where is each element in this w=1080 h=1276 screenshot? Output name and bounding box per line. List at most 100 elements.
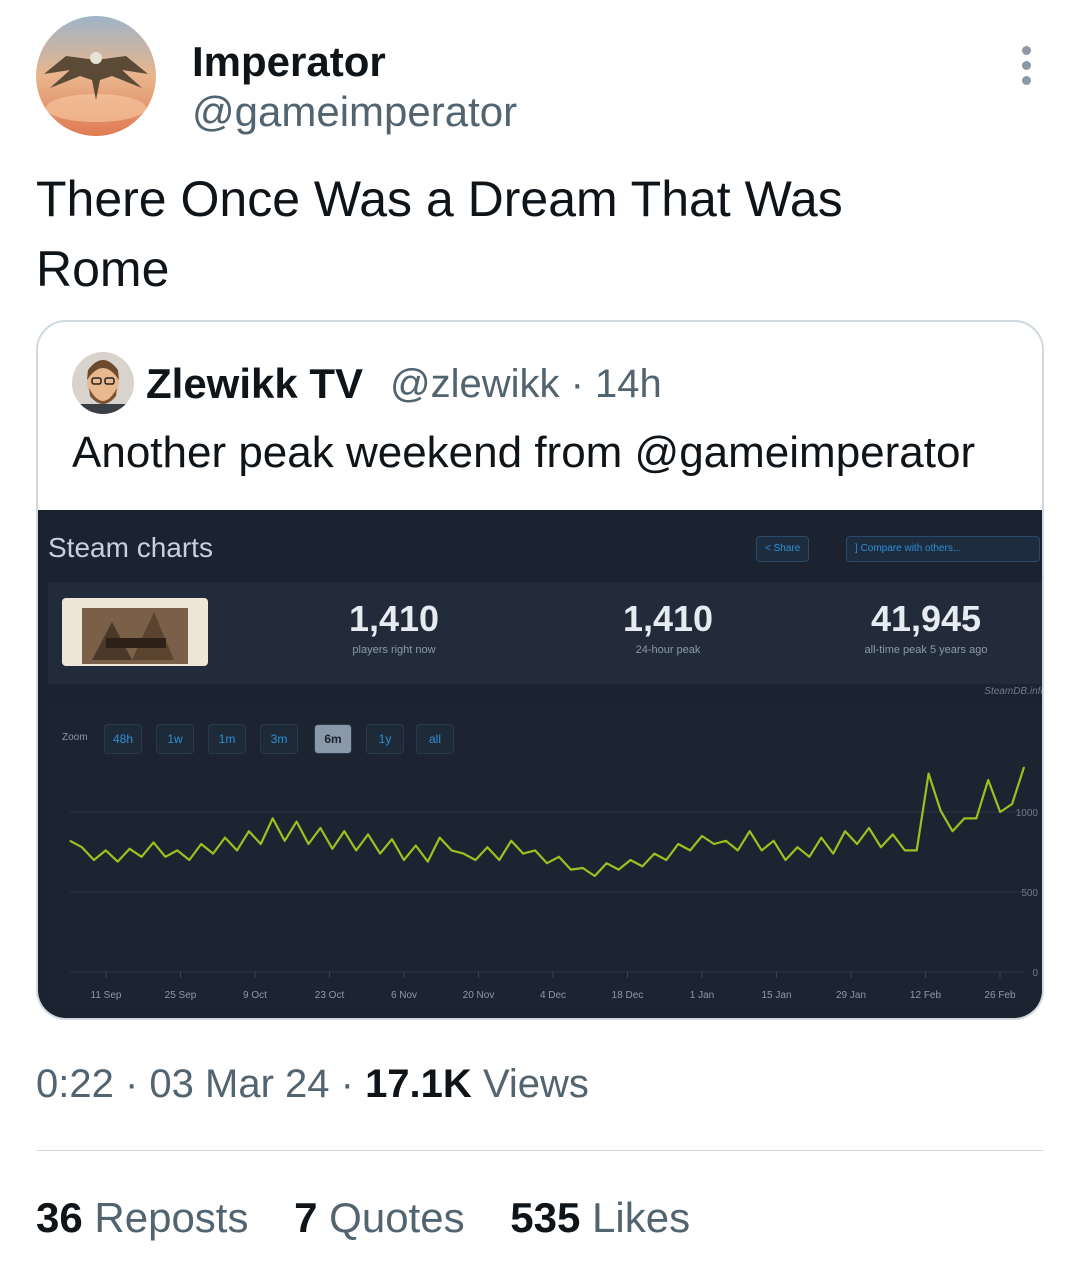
data-point <box>534 849 536 851</box>
data-point <box>832 853 834 855</box>
tweet-date[interactable]: 03 Mar 24 <box>149 1062 329 1106</box>
quotes-link[interactable]: 7 Quotes <box>294 1194 464 1241</box>
data-point <box>403 859 405 861</box>
x-tick-label: 25 Sep <box>165 990 197 1001</box>
data-point <box>129 848 131 850</box>
data-point <box>522 853 524 855</box>
data-point <box>117 861 119 863</box>
data-point <box>462 853 465 855</box>
data-point <box>820 837 822 839</box>
share-button: < Share <box>756 536 810 562</box>
data-point <box>558 856 560 858</box>
data-point <box>451 849 453 851</box>
data-point <box>498 859 500 861</box>
data-point <box>141 856 143 858</box>
data-point <box>427 861 429 863</box>
x-tick-label: 11 Sep <box>91 990 122 1001</box>
stat-all-time-peak: 41,945 all-time peak 5 years ago <box>864 598 988 656</box>
steamdb-credit: SteamDB.info <box>984 686 1044 697</box>
data-point <box>844 830 846 832</box>
data-point <box>701 835 703 837</box>
quoted-author-name[interactable]: Zlewikk TV <box>146 360 363 408</box>
stat-24h-peak: 1,410 24-hour peak <box>622 598 714 656</box>
divider <box>36 1150 1044 1151</box>
data-point <box>749 830 751 832</box>
data-point <box>665 859 667 861</box>
tweet-meta: 0:22 · 03 Mar 24 · 17.1K Views <box>36 1062 589 1106</box>
likes-link[interactable]: 535 Likes <box>510 1194 690 1241</box>
chart-area: Zoom 48h 1w 1m 3m 6m 1y all 0 500 1000 11 S… <box>48 704 1042 1010</box>
x-tick-label: 20 Nov <box>463 990 495 1001</box>
x-tick-label: 4 Dec <box>540 990 566 1001</box>
author-handle[interactable]: @gameimperator <box>192 88 517 136</box>
data-point <box>999 811 1001 813</box>
data-point <box>689 849 691 851</box>
x-tick-label: 29 Jan <box>836 990 866 1001</box>
game-thumbnail <box>62 598 208 666</box>
data-point <box>582 867 584 869</box>
data-point <box>606 862 608 864</box>
stat-players-now: 1,410 players right now <box>348 598 440 656</box>
data-point <box>951 830 954 832</box>
x-tick-label: 12 Feb <box>910 990 942 1001</box>
y-tick-label: 1000 <box>1016 808 1039 819</box>
data-point <box>1011 803 1013 805</box>
eagle-avatar-icon <box>36 16 156 136</box>
more-options-icon[interactable] <box>1022 46 1034 90</box>
data-point <box>939 809 942 811</box>
x-tick-label: 15 Jan <box>761 990 791 1001</box>
data-point <box>415 845 417 847</box>
data-point <box>916 849 918 851</box>
x-tick-label: 9 Oct <box>243 990 267 1001</box>
data-point <box>546 862 548 864</box>
data-point <box>176 849 178 851</box>
data-point <box>81 846 83 848</box>
data-point <box>200 843 202 845</box>
views-label: Views <box>482 1062 589 1106</box>
tweet-text: There Once Was a Dream That Was Rome <box>36 171 843 297</box>
data-point <box>570 869 572 871</box>
quoted-tweet[interactable]: Zlewikk TV @zlewikk · 14h Another peak w… <box>36 320 1044 1020</box>
data-point <box>284 840 286 842</box>
data-point <box>868 827 870 829</box>
data-point <box>152 841 155 843</box>
y-tick-label: 0 <box>1032 968 1038 979</box>
engagement-counts: 36 Reposts 7 Quotes 535 Likes <box>36 1194 724 1242</box>
data-point <box>93 859 95 861</box>
data-point <box>510 840 512 842</box>
data-point <box>1023 766 1025 768</box>
x-tick-label: 18 Dec <box>612 990 644 1001</box>
data-point <box>725 840 727 842</box>
quoted-author-avatar[interactable] <box>72 352 134 414</box>
data-point <box>105 849 107 851</box>
x-tick-label: 23 Oct <box>315 990 345 1001</box>
data-point <box>69 840 71 842</box>
data-point <box>796 846 799 848</box>
data-point <box>737 849 739 851</box>
data-point <box>892 833 894 835</box>
steam-chart-image[interactable]: Steam charts < Share ] Compare with othe… <box>38 510 1044 1018</box>
data-point <box>761 849 763 851</box>
data-point <box>355 849 357 851</box>
author-name[interactable]: Imperator <box>192 38 386 86</box>
x-tick-label: 26 Feb <box>984 990 1016 1001</box>
compare-button: ] Compare with others... <box>846 536 1040 562</box>
data-point <box>928 773 930 775</box>
data-point <box>880 846 882 848</box>
data-point <box>391 838 393 840</box>
views-count: 17.1K <box>365 1062 472 1106</box>
reposts-link[interactable]: 36 Reposts <box>36 1194 248 1241</box>
quoted-text: Another peak weekend from @gameimperator <box>72 428 976 477</box>
data-point <box>594 875 596 877</box>
data-point <box>272 817 274 819</box>
data-point <box>808 856 811 858</box>
data-point <box>773 840 775 842</box>
author-avatar[interactable] <box>36 16 156 136</box>
data-point <box>212 853 214 855</box>
steam-chart-title: Steam charts <box>48 532 213 563</box>
y-tick-label: 500 <box>1021 888 1038 899</box>
player-count-chart: 0 500 1000 11 Sep 25 Sep 9 Oct 23 Oct 6 Nov 20 N… <box>69 766 1039 1001</box>
data-point <box>963 817 966 819</box>
data-point <box>331 848 333 850</box>
quoted-meta: @zlewikk · 14h <box>390 362 662 406</box>
